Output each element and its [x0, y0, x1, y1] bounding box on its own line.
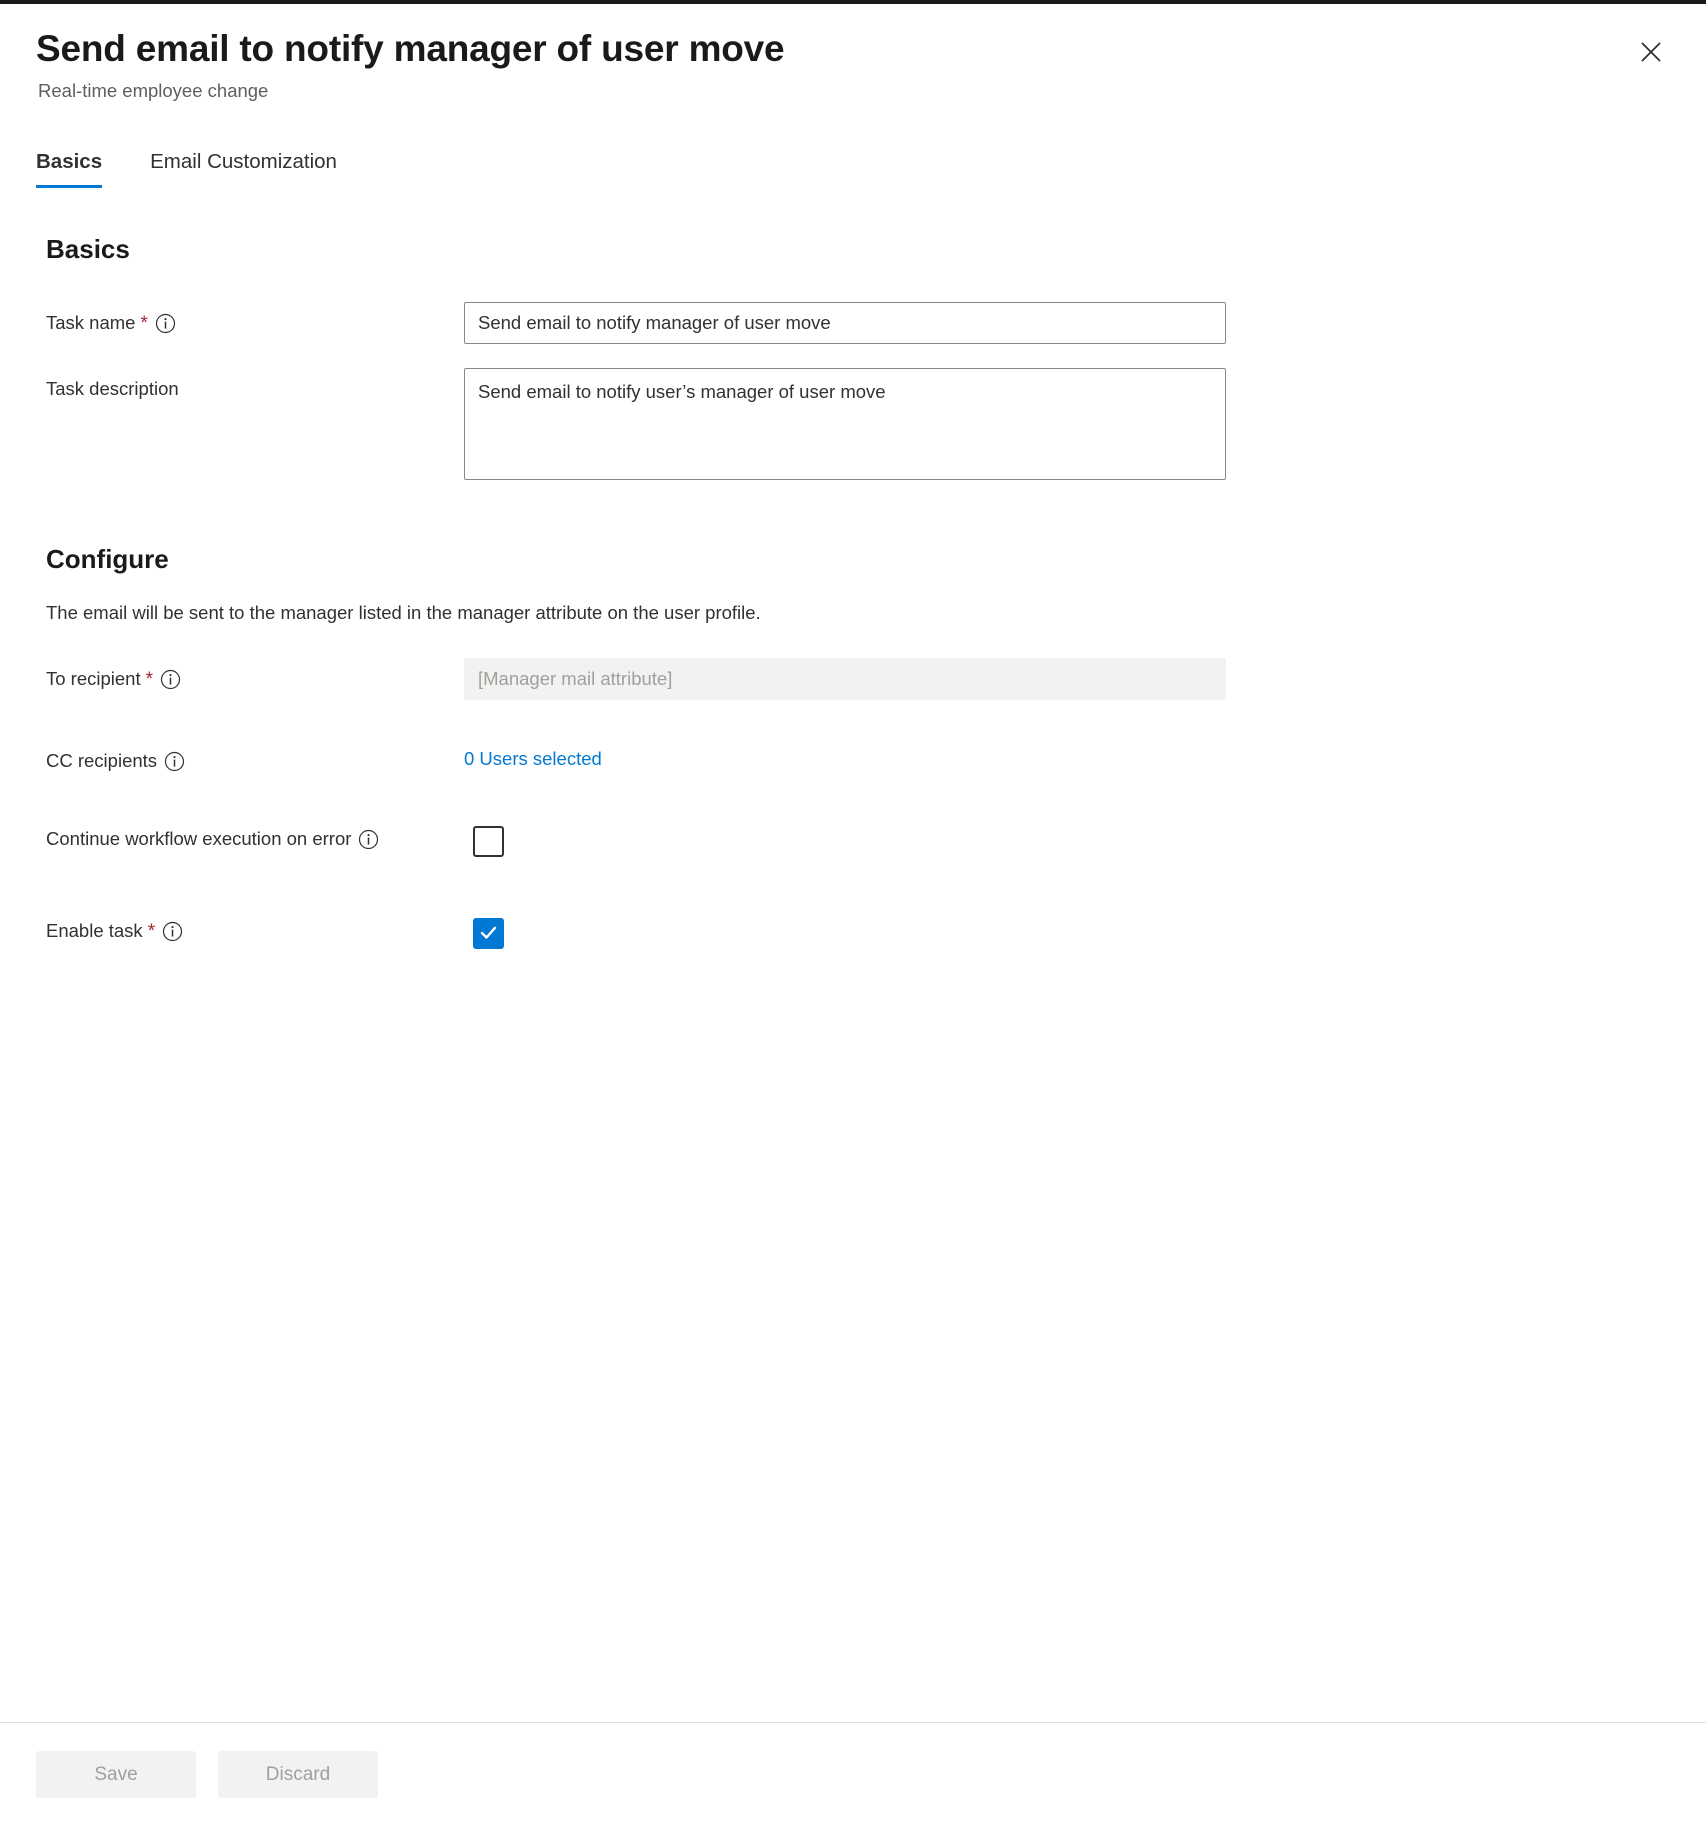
enable-task-control: [473, 918, 1670, 949]
tab-basics-label: Basics: [36, 150, 102, 173]
blade-footer: Save Discard: [0, 1722, 1706, 1834]
footer-actions: Save Discard: [0, 1723, 1706, 1798]
form-row-task-description: Task description: [36, 368, 1670, 480]
task-name-input[interactable]: [464, 302, 1226, 344]
section-heading-basics: Basics: [46, 232, 1670, 266]
continue-on-error-label-text: Continue workflow execution on error: [46, 826, 351, 852]
form-row-task-name: Task name *: [36, 302, 1670, 344]
to-recipient-input: [464, 658, 1226, 700]
enable-task-label-text: Enable task: [46, 918, 143, 944]
to-recipient-control: [464, 658, 1670, 700]
info-icon[interactable]: [164, 751, 185, 772]
to-recipient-label-text: To recipient: [46, 666, 141, 692]
required-asterisk: *: [148, 922, 155, 941]
task-description-label: Task description: [36, 368, 464, 402]
task-name-control: [464, 302, 1670, 344]
task-name-label-text: Task name: [46, 310, 135, 336]
discard-button[interactable]: Discard: [218, 1751, 378, 1798]
continue-on-error-label: Continue workflow execution on error: [36, 826, 473, 852]
tab-email-customization-label: Email Customization: [150, 150, 337, 173]
info-icon[interactable]: [358, 829, 379, 850]
form-row-to-recipient: To recipient *: [36, 658, 1670, 700]
required-asterisk: *: [140, 314, 147, 333]
close-icon: [1637, 38, 1665, 66]
close-button[interactable]: [1629, 30, 1673, 74]
check-icon: [478, 922, 499, 946]
cc-recipients-label: CC recipients: [36, 740, 464, 774]
form-row-cc-recipients: CC recipients 0 Users selected: [36, 740, 1670, 782]
page-subtitle: Real-time employee change: [38, 78, 1670, 104]
blade-tabs: Basics Email Customization: [0, 144, 1706, 188]
configure-note: The email will be sent to the manager li…: [46, 600, 1670, 626]
task-configuration-blade: Send email to notify manager of user mov…: [0, 4, 1706, 1834]
required-asterisk: *: [146, 670, 153, 689]
enable-task-checkbox[interactable]: [473, 918, 504, 949]
info-icon[interactable]: [160, 669, 181, 690]
info-icon[interactable]: [155, 313, 176, 334]
task-description-label-text: Task description: [46, 376, 179, 402]
tab-email-customization[interactable]: Email Customization: [150, 148, 337, 188]
info-icon[interactable]: [162, 921, 183, 942]
blade-header: Send email to notify manager of user mov…: [0, 4, 1706, 104]
cc-recipients-control: 0 Users selected: [464, 740, 1670, 772]
blade-content: Basics Task name * Task de: [0, 232, 1706, 960]
continue-on-error-checkbox[interactable]: [473, 826, 504, 857]
enable-task-label: Enable task *: [36, 918, 473, 944]
save-button[interactable]: Save: [36, 1751, 196, 1798]
to-recipient-label: To recipient *: [36, 658, 464, 692]
cc-recipients-users-selected-link[interactable]: 0 Users selected: [464, 740, 602, 772]
form-row-enable-task: Enable task *: [36, 918, 1670, 960]
task-description-textarea[interactable]: [464, 368, 1226, 480]
task-name-label: Task name *: [36, 302, 464, 336]
tab-basics[interactable]: Basics: [36, 148, 102, 188]
task-description-control: [464, 368, 1670, 480]
form-row-continue-on-error: Continue workflow execution on error: [36, 826, 1670, 868]
continue-on-error-control: [473, 826, 1670, 860]
cc-recipients-label-text: CC recipients: [46, 748, 157, 774]
page-title: Send email to notify manager of user mov…: [36, 26, 1670, 72]
section-heading-configure: Configure: [46, 542, 1670, 576]
